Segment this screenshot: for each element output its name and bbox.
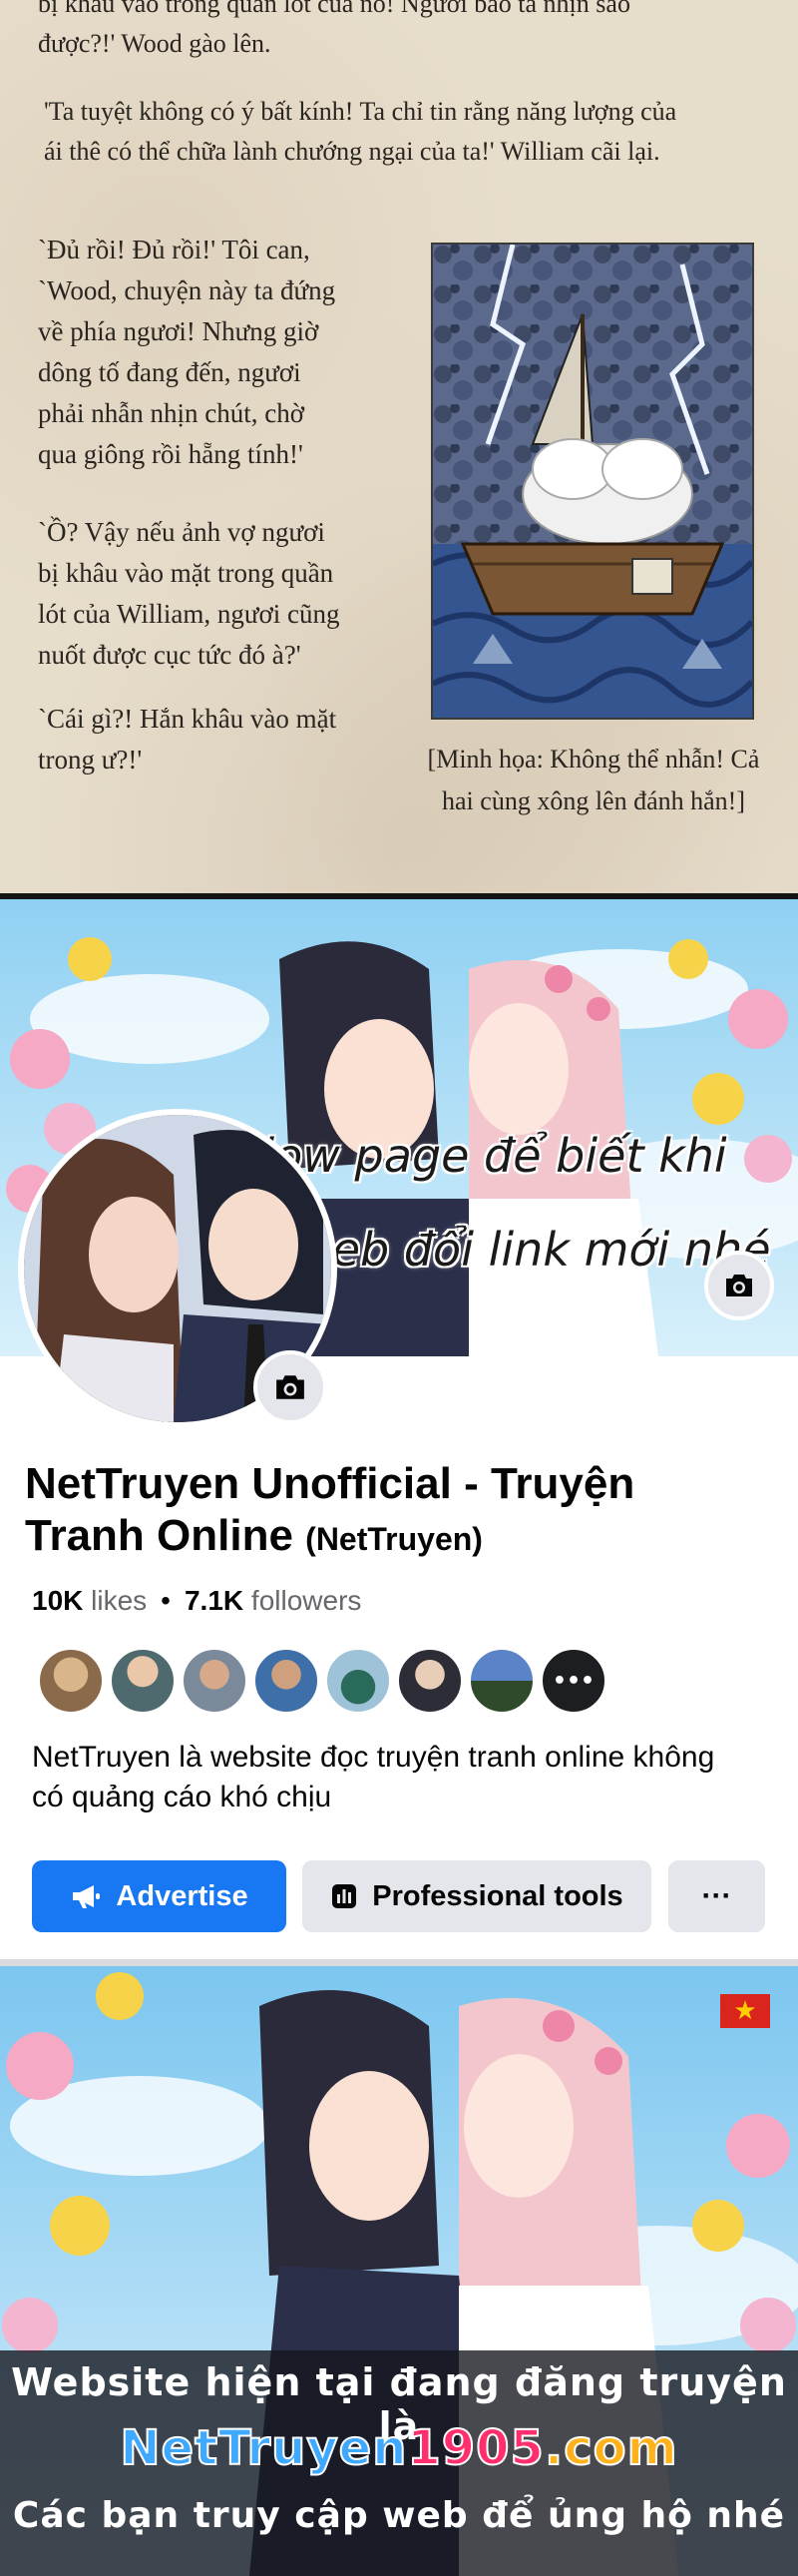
bar-chart-icon [332,1884,357,1908]
page-description: NetTruyen là website đọc truyện tranh on… [32,1741,715,1813]
story-text-line: phải nhẫn nhịn chút, chờ [38,398,304,428]
follower-avatar[interactable] [325,1648,391,1714]
follower-avatar[interactable] [38,1648,104,1714]
story-text-line: trong ư?!' [38,745,143,774]
more-options-button[interactable]: ··· [668,1860,765,1932]
professional-tools-label: Professional tools [372,1879,623,1912]
story-column-3: `Cái gì?! Hắn khâu vào mặt trong ư?!' [38,699,336,780]
followers-label: followers [250,1585,362,1616]
camera-icon [276,1375,304,1399]
story-text-line: về phía ngươi! Nhưng giờ [38,316,319,346]
story-william-line-a: 'Ta tuyệt không có ý bất kính! Ta chỉ ti… [44,97,677,126]
follower-avatar[interactable] [469,1648,535,1714]
story-text-line: dông tố đang đến, ngươi [38,357,301,387]
story-line-top-b: được?!' Wood gào lên. [38,29,271,58]
facebook-page-card: Follow page để biết khi nào web đổi link… [0,899,798,1967]
story-text-line: `Wood, chuyện này ta đứng [38,275,336,305]
vietnam-flag-icon: ★ [720,1994,770,2028]
banner-subline: Các bạn truy cập web để ủng hộ nhé [12,2495,786,2536]
url-part-tld: .com [544,2419,678,2477]
page-stats: 10K likes • 7.1K followers [32,1585,361,1617]
follower-avatar[interactable] [182,1648,247,1714]
story-text-line: `Cái gì?! Hắn khâu vào mặt [38,704,337,734]
story-column-1: `Đủ rồi! Đủ rồi!' Tôi can, `Wood, chuyện… [38,230,335,475]
likes-stat[interactable]: 10K likes [32,1585,147,1616]
professional-tools-button[interactable]: Professional tools [302,1860,651,1932]
story-text-line: nuốt được cục tức đó à?' [38,640,301,670]
flag-star-icon: ★ [733,1996,757,2026]
separator-dot: • [161,1585,171,1616]
page-handle: (NetTruyen) [305,1521,483,1557]
profile-camera-button[interactable] [253,1350,327,1424]
story-text-line: bị khâu vào mặt trong quần [38,558,334,588]
advertise-button[interactable]: Advertise [32,1860,286,1932]
story-william-line-b: ái thê có thể chữa lành chướng ngại của … [44,137,660,166]
caption-line-a: [Minh họa: Không thể nhẫn! Cả [427,745,760,773]
follower-avatar[interactable] [253,1648,319,1714]
story-text-line: `Đủ rồi! Đủ rồi!' Tôi can, [38,235,310,264]
page-title: NetTruyen Unofficial - Truyện Tranh Onli… [25,1458,763,1565]
advertise-label: Advertise [116,1879,248,1912]
follower-avatar[interactable] [397,1648,463,1714]
caption-line-b: hai cùng xông lên đánh hắn!] [442,786,745,815]
megaphone-icon [73,1885,101,1908]
likes-label: likes [91,1585,148,1616]
followers-stat[interactable]: 7.1K followers [185,1585,361,1616]
more-icon: ··· [701,1879,732,1912]
more-icon: ••• [552,1668,596,1694]
story-text-line: `Ồ? Vậy nếu ảnh vợ ngươi [38,517,325,547]
story-illustration [431,243,754,720]
banner-site-url[interactable]: NetTruyen1905.com [0,2419,798,2477]
manga-text-page: bị khâu vào trong quần lót của nó! Người… [0,0,798,893]
followers-count: 7.1K [184,1585,244,1616]
story-text-line: qua giông rồi hẵng tính!' [38,439,303,469]
url-part-name: NetTruyen [119,2419,408,2477]
story-text-line: lót của William, ngươi cũng [38,599,340,629]
cover-camera-button[interactable] [704,1251,774,1320]
illustration-caption: [Minh họa: Không thể nhẫn! Cả hai cùng x… [404,739,783,822]
url-part-number: 1905 [406,2419,545,2477]
more-followers-button[interactable]: ••• [541,1648,606,1714]
follower-avatar[interactable] [110,1648,176,1714]
story-line-top-a: bị khâu vào trong quần lót của nó! Người… [38,0,630,18]
follower-avatars: ••• [38,1648,606,1714]
camera-icon [726,1275,752,1296]
story-column-2: `Ồ? Vậy nếu ảnh vợ ngươi bị khâu vào mặt… [38,512,340,676]
likes-count: 10K [32,1585,84,1616]
promo-banner: ★ Website hiện tại đang đăng truyện là N… [0,1966,798,2576]
